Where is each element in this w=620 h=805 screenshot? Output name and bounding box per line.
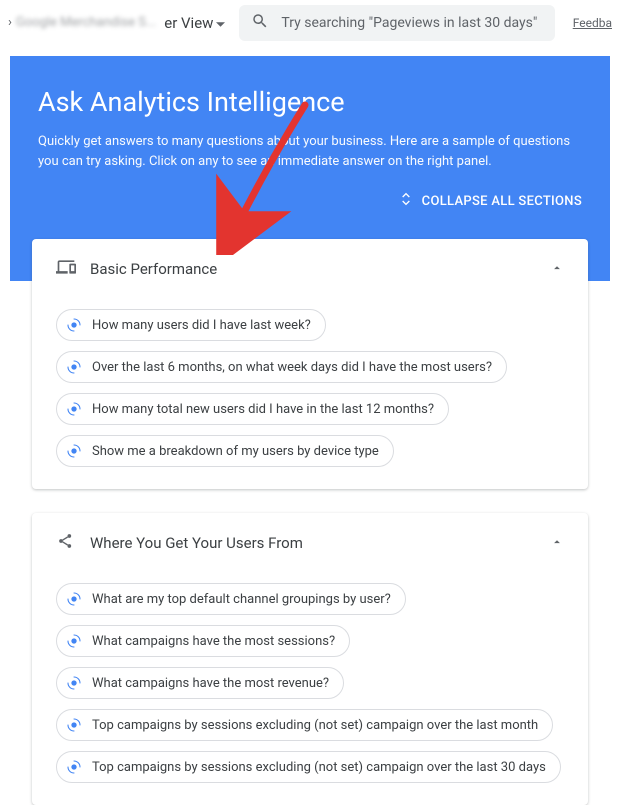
question-chip-label: Top campaigns by sessions excluding (not… xyxy=(92,718,538,733)
section-header[interactable]: Basic Performance xyxy=(56,257,564,281)
view-dropdown-label: er View xyxy=(164,14,213,32)
top-bar: › Google Merchandise S... er View Try se… xyxy=(0,0,620,46)
question-chip-label: What campaigns have the most revenue? xyxy=(92,676,329,691)
intelligence-icon xyxy=(65,674,83,692)
intelligence-icon xyxy=(65,316,83,334)
intelligence-icon xyxy=(65,590,83,608)
question-chip-label: How many users did I have last week? xyxy=(92,318,311,333)
collapse-icon xyxy=(398,191,414,211)
section-title: Basic Performance xyxy=(90,260,217,278)
view-dropdown[interactable]: er View xyxy=(164,14,225,32)
question-chip[interactable]: What campaigns have the most sessions? xyxy=(56,625,350,657)
question-chip[interactable]: Over the last 6 months, on what week day… xyxy=(56,351,507,383)
question-chip-label: Over the last 6 months, on what week day… xyxy=(92,360,492,375)
devices-icon xyxy=(56,257,76,281)
breadcrumb: › Google Merchandise S... xyxy=(8,15,156,30)
intelligence-icon xyxy=(65,632,83,650)
intelligence-icon xyxy=(65,400,83,418)
section-header[interactable]: Where You Get Your Users From xyxy=(56,531,564,555)
question-chip[interactable]: How many total new users did I have in t… xyxy=(56,393,449,425)
question-chips: How many users did I have last week? Ove… xyxy=(56,309,564,467)
breadcrumb-separator: › xyxy=(8,15,12,30)
breadcrumb-property[interactable]: Google Merchandise S... xyxy=(16,15,156,30)
question-chip-label: What campaigns have the most sessions? xyxy=(92,634,335,649)
share-icon xyxy=(56,531,76,555)
question-chip-label: Show me a breakdown of my users by devic… xyxy=(92,444,379,459)
section-title: Where You Get Your Users From xyxy=(90,534,303,552)
intelligence-icon xyxy=(65,716,83,734)
question-chips: What are my top default channel grouping… xyxy=(56,583,564,783)
collapse-all-label: COLLAPSE ALL SECTIONS xyxy=(422,194,582,209)
section-card-users-from: Where You Get Your Users From What are m… xyxy=(32,513,588,805)
feedback-link[interactable]: Feedba xyxy=(573,16,612,30)
question-chip-label: How many total new users did I have in t… xyxy=(92,402,434,417)
question-chip[interactable]: Top campaigns by sessions excluding (not… xyxy=(56,709,553,741)
intelligence-icon xyxy=(65,442,83,460)
section-cards: Basic Performance How many users did I h… xyxy=(0,239,620,805)
question-chip[interactable]: What campaigns have the most revenue? xyxy=(56,667,344,699)
collapse-all-button[interactable]: COLLAPSE ALL SECTIONS xyxy=(398,191,582,211)
chevron-up-icon xyxy=(550,534,564,553)
question-chip-label: Top campaigns by sessions excluding (not… xyxy=(92,760,546,775)
question-chip[interactable]: Top campaigns by sessions excluding (not… xyxy=(56,751,561,783)
question-chip[interactable]: How many users did I have last week? xyxy=(56,309,326,341)
search-placeholder-text: Try searching "Pageviews in last 30 days… xyxy=(281,15,537,31)
question-chip-label: What are my top default channel grouping… xyxy=(92,592,391,607)
page-title: Ask Analytics Intelligence xyxy=(38,86,582,118)
question-chip[interactable]: Show me a breakdown of my users by devic… xyxy=(56,435,394,467)
page-subtitle: Quickly get answers to many questions ab… xyxy=(38,132,582,171)
intelligence-icon xyxy=(65,358,83,376)
question-chip[interactable]: What are my top default channel grouping… xyxy=(56,583,406,615)
search-icon xyxy=(251,12,269,34)
section-card-basic-performance: Basic Performance How many users did I h… xyxy=(32,239,588,489)
search-bar[interactable]: Try searching "Pageviews in last 30 days… xyxy=(239,5,554,41)
chevron-up-icon xyxy=(550,260,564,279)
intelligence-icon xyxy=(65,758,83,776)
caret-down-icon xyxy=(216,14,225,32)
